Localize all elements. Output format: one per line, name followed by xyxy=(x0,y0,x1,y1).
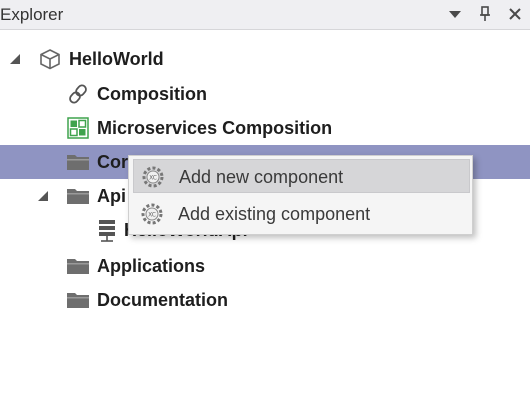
explorer-titlebar: Explorer xyxy=(0,0,530,30)
tree-item-label: Api xyxy=(97,186,126,206)
menu-item-label: Add existing component xyxy=(178,204,371,224)
server-icon xyxy=(95,219,119,242)
tree-item-label: Applications xyxy=(97,256,206,276)
tree-item-composition[interactable]: Composition xyxy=(0,77,530,111)
panel-title: Explorer xyxy=(0,5,64,24)
menu-item-label: Add new component xyxy=(179,167,344,187)
context-menu: XC Add new component XC Add existing com… xyxy=(128,155,473,235)
chevron-down-icon[interactable] xyxy=(445,4,465,24)
menu-item-add-existing-component[interactable]: XC Add existing component xyxy=(133,197,470,231)
tree-item-label: Cor xyxy=(97,152,128,172)
svg-text:XC: XC xyxy=(149,175,157,182)
expand-arrow-icon[interactable] xyxy=(8,52,22,66)
link-icon xyxy=(66,83,90,105)
tree-item-documentation[interactable]: Documentation xyxy=(0,283,530,317)
tree-item-microservices-composition[interactable]: Microservices Composition xyxy=(0,111,530,145)
folder-icon xyxy=(66,185,90,207)
folder-icon xyxy=(66,151,90,173)
tree-item-label: Microservices Composition xyxy=(97,118,333,138)
menu-item-add-new-component[interactable]: XC Add new component xyxy=(133,159,470,193)
folder-icon xyxy=(66,289,90,311)
tree-item-label: HelloWorld xyxy=(69,49,164,69)
component-gear-icon: XC xyxy=(140,164,166,190)
tree-item-label: Composition xyxy=(97,84,207,104)
tree-item-helloworld[interactable]: HelloWorld xyxy=(0,42,530,76)
component-gear-icon: XC xyxy=(139,201,165,227)
tree-item-applications[interactable]: Applications xyxy=(0,249,530,283)
svg-text:XC: XC xyxy=(148,212,156,219)
close-icon[interactable] xyxy=(505,4,525,24)
pin-icon[interactable] xyxy=(475,4,495,24)
expand-arrow-icon[interactable] xyxy=(36,189,50,203)
grid-icon xyxy=(66,117,90,139)
folder-icon xyxy=(66,255,90,277)
cube-icon xyxy=(38,48,62,70)
tree-item-label: Documentation xyxy=(97,290,229,310)
